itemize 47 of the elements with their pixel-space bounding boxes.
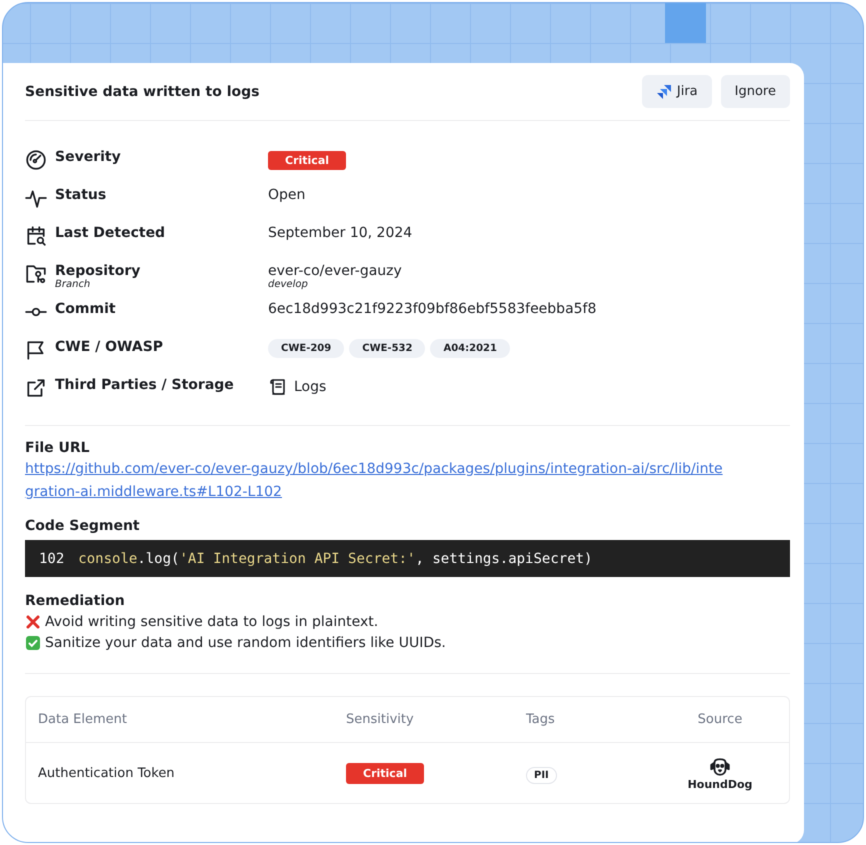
remediation-text: Sanitize your data and use random identifiers like UUIDs. bbox=[45, 635, 446, 651]
column-header: Data Element bbox=[37, 712, 128, 727]
issue-title: Sensitive data written to logs bbox=[25, 84, 260, 100]
line-number: 102 bbox=[39, 550, 64, 566]
table-cell-text: Authentication Token bbox=[37, 766, 176, 780]
check-icon bbox=[25, 635, 41, 651]
field-value: Open bbox=[268, 187, 306, 203]
field-label: Repository bbox=[55, 263, 140, 279]
dog-icon bbox=[709, 756, 731, 778]
scroll-icon bbox=[268, 377, 288, 397]
field-label: Commit bbox=[55, 301, 116, 317]
ignore-button[interactable]: Ignore bbox=[720, 75, 790, 108]
field-label: CWE / OWASP bbox=[55, 339, 164, 355]
source-name: HoundDog bbox=[688, 778, 752, 790]
field-label: Third Parties / Storage bbox=[55, 377, 234, 393]
sensitivity-badge: Critical bbox=[346, 763, 424, 784]
field-sublabel: Branch bbox=[55, 279, 90, 290]
folder-key-icon bbox=[25, 263, 47, 285]
gauge-icon bbox=[25, 149, 47, 171]
section-label: Code Segment bbox=[25, 518, 141, 534]
jira-button[interactable]: Jira bbox=[642, 75, 712, 108]
calendar-search-icon bbox=[25, 225, 47, 247]
column-header: Source bbox=[696, 712, 744, 727]
field-value: 6ec18d993c21f9223f09bf86ebf5583feebba5f8 bbox=[268, 301, 598, 317]
tag-chip: CWE-532 bbox=[349, 339, 426, 358]
field-label: Last Detected bbox=[55, 225, 166, 241]
field-label: Status bbox=[55, 187, 106, 203]
tag-chip: CWE-209 bbox=[268, 339, 344, 358]
field-value: September 10, 2024 bbox=[268, 225, 414, 241]
external-link-icon bbox=[25, 377, 47, 399]
column-header: Tags bbox=[525, 712, 556, 727]
cross-icon bbox=[25, 614, 41, 630]
storage-value: Logs bbox=[294, 379, 326, 395]
section-label: Remediation bbox=[25, 593, 126, 609]
field-subvalue: develop bbox=[268, 279, 309, 290]
file-url-link[interactable]: https://github.com/ever-co/ever-gauzy/blob/6ec18d993c/packages/plugins/integration-ai/src/lib/integration-ai.middleware.ts#L102-L102 bbox=[25, 458, 725, 504]
tag-chip: A04:2021 bbox=[430, 339, 510, 358]
section-label: File URL bbox=[25, 440, 91, 456]
column-header: Sensitivity bbox=[345, 712, 415, 727]
field-value: ever-co/ever-gauzy bbox=[268, 263, 403, 279]
field-label: Severity bbox=[55, 149, 121, 165]
severity-badge: Critical bbox=[268, 151, 346, 170]
grid-square bbox=[665, 3, 706, 43]
code-line: console.log('AI Integration API Secret:', settings.apiSecret) bbox=[78, 550, 592, 566]
remediation-text: Avoid writing sensitive data to logs in plaintext. bbox=[45, 614, 378, 630]
tag-chip: PII bbox=[526, 766, 557, 784]
jira-logo-icon bbox=[656, 84, 672, 100]
